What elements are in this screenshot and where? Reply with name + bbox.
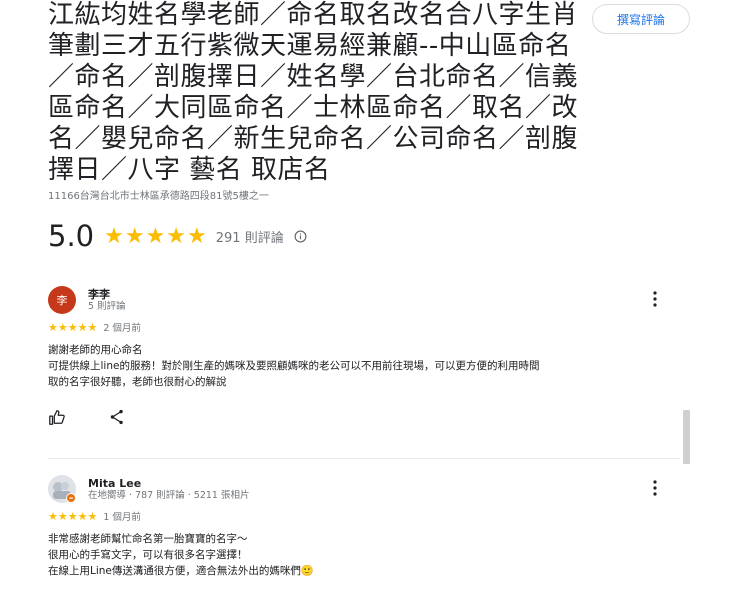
avatar[interactable]: [48, 475, 76, 503]
review-line: 很用心的手寫文字，可以有很多名字選擇！: [48, 549, 248, 561]
info-icon[interactable]: [294, 230, 307, 243]
scrollbar[interactable]: [683, 410, 690, 464]
thumbs-up-icon[interactable]: [48, 408, 66, 426]
business-address: 11166台灣台北市士林區承德路四段81號5樓之一: [48, 191, 269, 202]
reviewer-name[interactable]: 李李: [88, 288, 126, 301]
review-rating-row: ★★★★★ 1 個月前: [48, 509, 678, 524]
review-item: 李 李李 5 則評論 ★★★★★ 2 個月前 謝謝老師的用心命名 可提供線上li…: [48, 284, 678, 426]
rating-stars: ★★★★★: [104, 223, 208, 249]
review-divider: [48, 458, 680, 459]
rating-score: 5.0: [48, 219, 95, 253]
review-stars: ★★★★★: [48, 320, 98, 334]
review-rating-row: ★★★★★ 2 個月前: [48, 320, 678, 335]
review-line: 在線上用Line傳送溝通很方便，適合無法外出的媽咪們🙂: [48, 565, 314, 577]
more-options-icon[interactable]: [652, 479, 658, 497]
review-header: 李 李李 5 則評論: [48, 284, 678, 316]
reviewer-meta: 在地嚮導 · 787 則評論 · 5211 張相片: [88, 489, 250, 501]
review-count: 291 則評論: [215, 230, 284, 246]
review-text: 非常感謝老師幫忙命名第一胎寶寶的名字～ 很用心的手寫文字，可以有很多名字選擇！ …: [48, 531, 678, 579]
review-time: 2 個月前: [103, 323, 141, 334]
avatar-initial: 李: [56, 294, 68, 307]
reviewer-meta: 5 則評論: [88, 300, 126, 312]
rating-summary: 5.0 ★★★★★ 291 則評論: [48, 219, 307, 253]
share-icon[interactable]: [108, 408, 126, 426]
review-header: Mita Lee 在地嚮導 · 787 則評論 · 5211 張相片: [48, 473, 678, 505]
review-item: Mita Lee 在地嚮導 · 787 則評論 · 5211 張相片 ★★★★★…: [48, 473, 678, 579]
avatar-photo-icon: [48, 475, 76, 503]
review-line: 可提供線上line的服務！對於剛生產的媽咪及要照顧媽咪的老公可以不用前往現場，可…: [48, 360, 540, 372]
business-header: 江紘均姓名學老師／命名取名改名合八字生肖筆劃三才五行紫微天運易經兼顧--中山區命…: [48, 0, 588, 186]
review-line: 取的名字很好聽，老師也很耐心的解說: [48, 376, 227, 388]
review-text: 謝謝老師的用心命名 可提供線上line的服務！對於剛生產的媽咪及要照顧媽咪的老公…: [48, 342, 678, 390]
review-line: 非常感謝老師幫忙命名第一胎寶寶的名字～: [48, 533, 248, 545]
review-line: 謝謝老師的用心命名: [48, 344, 143, 356]
avatar[interactable]: 李: [48, 286, 76, 314]
review-actions: [48, 408, 678, 426]
review-time: 1 個月前: [103, 512, 141, 523]
more-options-icon[interactable]: [652, 290, 658, 308]
reviewer-name[interactable]: Mita Lee: [88, 477, 249, 490]
business-title: 江紘均姓名學老師／命名取名改名合八字生肖筆劃三才五行紫微天運易經兼顧--中山區命…: [48, 0, 579, 185]
write-review-button[interactable]: 撰寫評論: [592, 4, 690, 34]
review-stars: ★★★★★: [48, 509, 98, 523]
